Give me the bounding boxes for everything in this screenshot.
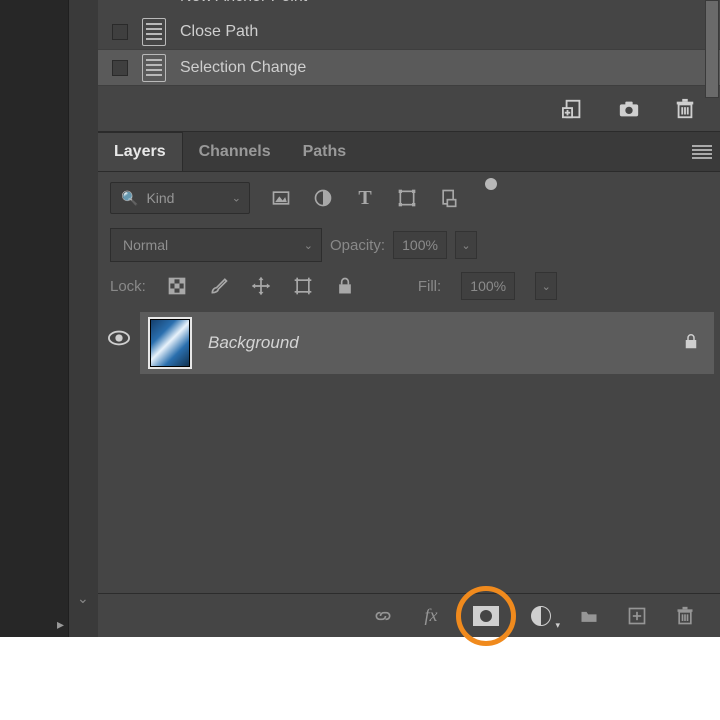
lock-artboard-icon[interactable] bbox=[292, 275, 314, 297]
document-icon bbox=[142, 18, 166, 46]
document-icon bbox=[142, 54, 166, 82]
opacity-label: Opacity: bbox=[330, 237, 385, 254]
filter-adjustment-icon[interactable] bbox=[312, 187, 334, 209]
filter-shape-icon[interactable] bbox=[396, 187, 418, 209]
panel-gutter: ⌄ bbox=[68, 0, 98, 637]
history-item[interactable]: New Anchor Point bbox=[98, 0, 720, 14]
history-label: Selection Change bbox=[180, 59, 306, 77]
trash-icon[interactable] bbox=[674, 98, 696, 120]
fill-value[interactable]: 100% bbox=[461, 272, 515, 300]
layer-row[interactable]: Background bbox=[140, 312, 714, 374]
select-label: Kind bbox=[146, 190, 174, 206]
layer-thumbnail[interactable] bbox=[148, 317, 192, 369]
add-mask-button[interactable] bbox=[468, 598, 504, 634]
search-icon: 🔍 bbox=[121, 190, 138, 207]
blend-mode-select[interactable]: Normal ⌄ bbox=[110, 228, 322, 262]
layers-panel-tabs: Layers Channels Paths bbox=[98, 132, 720, 172]
canvas-area: ▸ bbox=[0, 0, 68, 637]
chevron-down-icon[interactable]: ⌄ bbox=[77, 590, 89, 607]
history-item[interactable]: Selection Change ⌄ bbox=[98, 50, 720, 86]
new-document-icon[interactable] bbox=[562, 98, 584, 120]
tab-layers[interactable]: Layers bbox=[98, 132, 183, 171]
history-checkbox[interactable] bbox=[112, 24, 128, 40]
trash-icon[interactable] bbox=[674, 605, 696, 627]
lock-position-icon[interactable] bbox=[250, 275, 272, 297]
panel-menu-icon[interactable] bbox=[692, 145, 712, 159]
lock-label: Lock: bbox=[110, 278, 146, 295]
adjustment-layer-icon[interactable]: ▾ bbox=[530, 605, 552, 627]
panels-container: New Anchor Point Close Path Selection Ch… bbox=[98, 0, 720, 637]
scrollbar[interactable] bbox=[705, 0, 719, 98]
new-layer-icon[interactable] bbox=[626, 605, 648, 627]
lock-all-icon[interactable] bbox=[334, 275, 356, 297]
chevron-down-icon: ⌄ bbox=[304, 239, 313, 252]
filter-kind-select[interactable]: 🔍 Kind ⌄ bbox=[110, 182, 250, 214]
history-item[interactable]: Close Path bbox=[98, 14, 720, 50]
link-layers-icon[interactable] bbox=[372, 605, 394, 627]
visibility-eye-icon[interactable] bbox=[108, 330, 130, 349]
expand-panel-icon[interactable]: ▸ bbox=[57, 616, 64, 633]
lock-bar: Lock: Fill: 100% ⌄ bbox=[98, 266, 720, 306]
filter-smartobject-icon[interactable] bbox=[438, 187, 460, 209]
tab-label: Layers bbox=[114, 143, 166, 161]
history-checkbox[interactable] bbox=[112, 60, 128, 76]
tab-channels[interactable]: Channels bbox=[183, 132, 287, 171]
filter-type-icon[interactable]: T bbox=[354, 187, 376, 209]
lock-brush-icon[interactable] bbox=[208, 275, 230, 297]
filter-toggle[interactable] bbox=[480, 178, 502, 218]
fill-label: Fill: bbox=[418, 278, 441, 295]
blend-bar: Normal ⌄ Opacity: 100% ⌄ bbox=[98, 224, 720, 266]
layer-fx-icon[interactable]: fx bbox=[420, 605, 442, 627]
opacity-value[interactable]: 100% bbox=[393, 231, 447, 259]
layer-name[interactable]: Background bbox=[208, 333, 299, 353]
select-label: Normal bbox=[123, 237, 168, 253]
group-icon[interactable] bbox=[578, 605, 600, 627]
history-toolbar bbox=[98, 86, 720, 132]
history-label: New Anchor Point bbox=[180, 0, 307, 6]
fill-stepper[interactable]: ⌄ bbox=[535, 272, 557, 300]
highlight-ring bbox=[456, 586, 516, 646]
layers-bottom-toolbar: fx ▾ bbox=[98, 593, 720, 637]
layer-filter-bar: 🔍 Kind ⌄ T bbox=[98, 172, 720, 224]
chevron-down-icon: ⌄ bbox=[232, 192, 241, 205]
history-label: Close Path bbox=[180, 23, 258, 41]
camera-icon[interactable] bbox=[618, 98, 640, 120]
tab-label: Paths bbox=[303, 143, 347, 161]
lock-icon[interactable] bbox=[682, 332, 700, 355]
tab-label: Channels bbox=[199, 143, 271, 161]
lock-pixels-icon[interactable] bbox=[166, 275, 188, 297]
tab-paths[interactable]: Paths bbox=[287, 132, 363, 171]
layers-list: Background bbox=[98, 306, 720, 570]
opacity-stepper[interactable]: ⌄ bbox=[455, 231, 477, 259]
filter-pixel-icon[interactable] bbox=[270, 187, 292, 209]
